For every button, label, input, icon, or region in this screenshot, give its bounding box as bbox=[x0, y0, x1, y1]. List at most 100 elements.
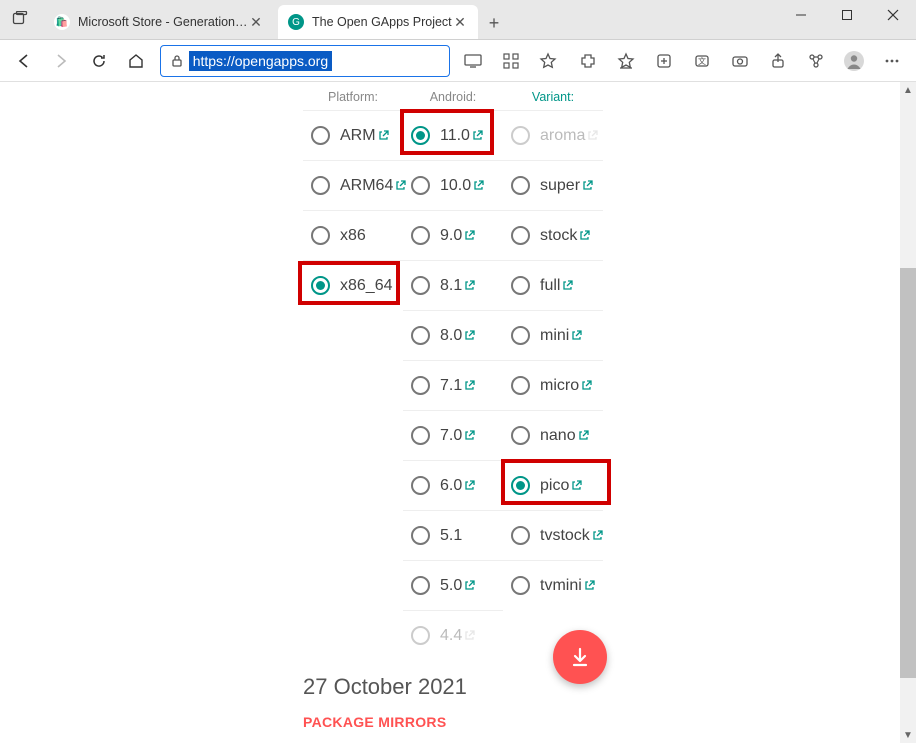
android-option-4-4: 4.4 bbox=[403, 610, 503, 660]
tab-0-close-icon[interactable]: ✕ bbox=[248, 14, 264, 30]
variant-option-full[interactable]: full bbox=[503, 260, 603, 310]
share-icon[interactable] bbox=[760, 43, 796, 79]
external-link-icon bbox=[472, 130, 483, 141]
radio-icon bbox=[411, 276, 430, 295]
variant-option-mini[interactable]: mini bbox=[503, 310, 603, 360]
android-label: 7.0 bbox=[440, 427, 462, 445]
read-aloud-icon[interactable]: 文 bbox=[684, 43, 720, 79]
collections-icon[interactable] bbox=[646, 43, 682, 79]
scrollbar-up-icon[interactable]: ▲ bbox=[900, 82, 916, 98]
radio-icon bbox=[411, 426, 430, 445]
back-button[interactable] bbox=[6, 43, 41, 79]
variant-label: mini bbox=[540, 327, 569, 345]
home-button[interactable] bbox=[118, 43, 153, 79]
platform-option-x86[interactable]: x86 bbox=[303, 210, 403, 260]
external-link-icon bbox=[592, 530, 603, 541]
tab-1[interactable]: G The Open GApps Project ✕ bbox=[278, 5, 478, 39]
more-icon[interactable] bbox=[874, 43, 910, 79]
radio-icon bbox=[411, 126, 430, 145]
new-tab-button[interactable]: + bbox=[478, 7, 510, 39]
radio-icon bbox=[411, 576, 430, 595]
platform-option-ARM[interactable]: ARM bbox=[303, 110, 403, 160]
toolbar: https://opengapps.org 文 bbox=[0, 40, 916, 82]
variant-label: full bbox=[540, 277, 560, 295]
android-option-10-0[interactable]: 10.0 bbox=[403, 160, 503, 210]
favicon-opengapps: G bbox=[288, 14, 304, 30]
variant-option-tvstock[interactable]: tvstock bbox=[503, 510, 603, 560]
favorite-add-icon[interactable] bbox=[531, 43, 566, 79]
favorites-icon[interactable] bbox=[608, 43, 644, 79]
minimize-button[interactable] bbox=[778, 0, 824, 31]
external-link-icon bbox=[578, 430, 589, 441]
extensions-icon[interactable] bbox=[570, 43, 606, 79]
platform-label: ARM64 bbox=[340, 177, 393, 195]
tab-0-title: Microsoft Store - Generation Pro bbox=[78, 15, 248, 29]
android-option-7-1[interactable]: 7.1 bbox=[403, 360, 503, 410]
android-label: 9.0 bbox=[440, 227, 462, 245]
variant-label: nano bbox=[540, 427, 576, 445]
package-mirrors-link[interactable]: PACKAGE MIRRORS bbox=[303, 714, 613, 730]
tab-1-title: The Open GApps Project bbox=[312, 15, 452, 29]
variant-label: aroma bbox=[540, 127, 585, 145]
page-viewport: Platform: Android: Variant: ARM ARM64 x86x… bbox=[0, 82, 916, 743]
android-label: 8.1 bbox=[440, 277, 462, 295]
android-label: 4.4 bbox=[440, 627, 462, 645]
platform-option-ARM64[interactable]: ARM64 bbox=[303, 160, 403, 210]
variant-label: pico bbox=[540, 477, 569, 495]
qr-icon[interactable] bbox=[493, 43, 528, 79]
scrollbar-down-icon[interactable]: ▼ bbox=[900, 727, 916, 743]
scrollbar-thumb[interactable] bbox=[900, 268, 916, 678]
android-option-5-0[interactable]: 5.0 bbox=[403, 560, 503, 610]
maximize-button[interactable] bbox=[824, 0, 870, 31]
variant-option-pico[interactable]: pico bbox=[503, 460, 603, 510]
android-label: 6.0 bbox=[440, 477, 462, 495]
android-option-6-0[interactable]: 6.0 bbox=[403, 460, 503, 510]
favicon-ms-store: 🛍️ bbox=[54, 14, 70, 30]
variant-label: tvmini bbox=[540, 577, 582, 595]
radio-icon bbox=[511, 526, 530, 545]
forward-button[interactable] bbox=[43, 43, 78, 79]
column-headers: Platform: Android: Variant: bbox=[303, 90, 613, 110]
variant-label: super bbox=[540, 177, 580, 195]
tab-0[interactable]: 🛍️ Microsoft Store - Generation Pro ✕ bbox=[44, 5, 274, 39]
radio-icon bbox=[411, 226, 430, 245]
tab-actions-icon[interactable] bbox=[0, 0, 40, 39]
address-bar[interactable]: https://opengapps.org bbox=[160, 45, 450, 77]
variant-option-tvmini[interactable]: tvmini bbox=[503, 560, 603, 610]
android-option-11-0[interactable]: 11.0 bbox=[403, 110, 503, 160]
external-link-icon bbox=[473, 180, 484, 191]
external-link-icon bbox=[464, 630, 475, 641]
platform-label: ARM bbox=[340, 127, 376, 145]
sync-icon[interactable] bbox=[798, 43, 834, 79]
variant-option-super[interactable]: super bbox=[503, 160, 603, 210]
external-link-icon bbox=[581, 380, 592, 391]
variant-option-stock[interactable]: stock bbox=[503, 210, 603, 260]
close-window-button[interactable] bbox=[870, 0, 916, 31]
android-option-9-0[interactable]: 9.0 bbox=[403, 210, 503, 260]
variant-label: tvstock bbox=[540, 527, 590, 545]
variant-option-nano[interactable]: nano bbox=[503, 410, 603, 460]
profile-icon[interactable] bbox=[836, 43, 872, 79]
content: Platform: Android: Variant: ARM ARM64 x86x… bbox=[303, 82, 613, 743]
android-option-8-0[interactable]: 8.0 bbox=[403, 310, 503, 360]
android-option-5-1[interactable]: 5.1 bbox=[403, 510, 503, 560]
col-variant: aroma super stock full mini micro nano pico tvst… bbox=[503, 110, 603, 660]
screenshot-icon[interactable] bbox=[722, 43, 758, 79]
download-fab[interactable] bbox=[553, 630, 607, 684]
tab-1-close-icon[interactable]: ✕ bbox=[452, 14, 468, 30]
header-variant: Variant: bbox=[503, 90, 603, 104]
header-android: Android: bbox=[403, 90, 503, 104]
android-option-7-0[interactable]: 7.0 bbox=[403, 410, 503, 460]
refresh-button[interactable] bbox=[81, 43, 116, 79]
android-label: 10.0 bbox=[440, 177, 471, 195]
radio-icon bbox=[411, 526, 430, 545]
external-link-icon bbox=[464, 330, 475, 341]
variant-option-micro[interactable]: micro bbox=[503, 360, 603, 410]
radio-icon bbox=[511, 276, 530, 295]
radio-icon bbox=[311, 126, 330, 145]
platform-option-x86_64[interactable]: x86_64 bbox=[303, 260, 403, 310]
external-link-icon bbox=[464, 230, 475, 241]
android-option-8-1[interactable]: 8.1 bbox=[403, 260, 503, 310]
desktop-mode-icon[interactable] bbox=[456, 43, 491, 79]
lock-icon[interactable] bbox=[165, 54, 189, 68]
